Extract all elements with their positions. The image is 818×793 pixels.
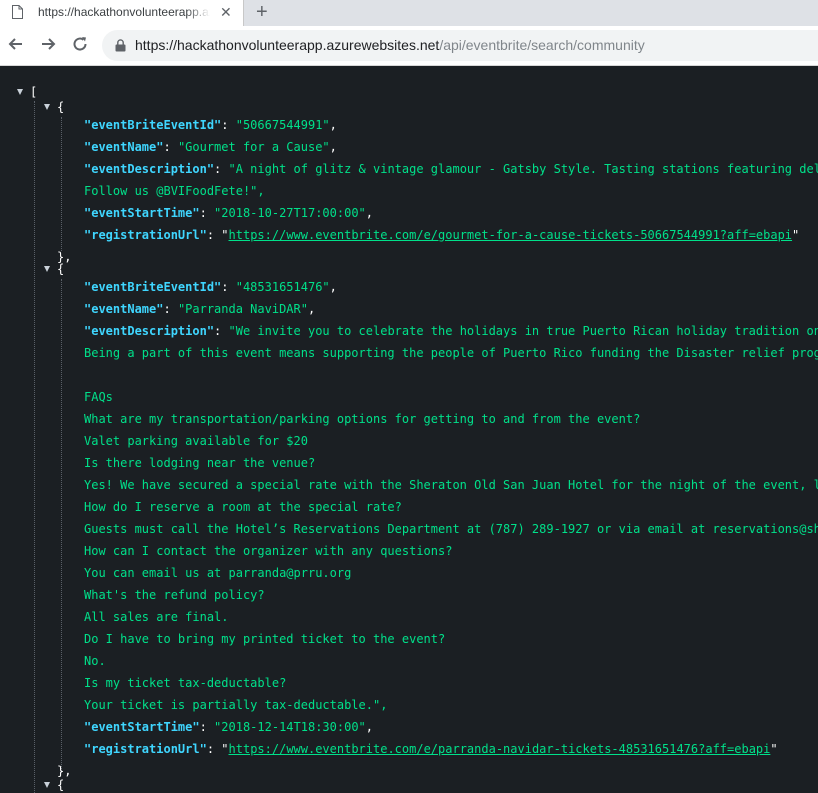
- arrow-right-icon[interactable]: [38, 34, 58, 54]
- tab-strip: https://hackathonvolunteerapp.azurewebsi…: [0, 0, 818, 26]
- json-description-line: Being a part of this event means support…: [84, 346, 818, 360]
- lock-icon: [115, 39, 126, 52]
- collapse-toggle-event-1[interactable]: [44, 104, 50, 110]
- url-host: https://hackathonvolunteerapp.azurewebsi…: [135, 37, 440, 53]
- json-description-line: What's the refund policy?: [84, 588, 265, 602]
- json-description-line: Is my ticket tax-deductable?: [84, 676, 287, 690]
- url-text[interactable]: https://hackathonvolunteerapp.azurewebsi…: [135, 37, 645, 53]
- collapse-toggle-event-2[interactable]: [44, 266, 50, 272]
- json-row-event-id: "eventBriteEventId": "50667544991",: [84, 118, 337, 132]
- object-open-brace: {: [57, 262, 65, 276]
- json-description-line: Your ticket is partially tax-deductable.…: [84, 698, 388, 712]
- json-description-line: How do I reserve a room at the special r…: [84, 500, 402, 514]
- json-description-line: Is there lodging near the venue?: [84, 456, 316, 470]
- plus-icon[interactable]: +: [256, 1, 268, 23]
- json-row-registration-url: "registrationUrl": "https://www.eventbri…: [84, 228, 800, 242]
- reload-icon[interactable]: [70, 34, 90, 54]
- address-bar[interactable]: https://hackathonvolunteerapp.azurewebsi…: [102, 30, 818, 61]
- json-description-line: You can email us at parranda@prru.org: [84, 566, 352, 580]
- registration-link[interactable]: https://www.eventbrite.com/e/parranda-na…: [229, 742, 771, 756]
- json-viewer: [ { "eventBriteEventId": "50667544991", …: [0, 66, 818, 793]
- navigation-bar: https://hackathonvolunteerapp.azurewebsi…: [0, 26, 818, 66]
- json-row-event-start-time: "eventStartTime": "2018-12-14T18:30:00",: [84, 720, 373, 734]
- object-open-brace: {: [57, 778, 65, 792]
- indent-guide: [61, 117, 62, 251]
- arrow-left-icon[interactable]: [6, 34, 26, 54]
- json-description-line: No.: [84, 654, 106, 668]
- json-row-event-id: "eventBriteEventId": "48531651476",: [84, 280, 337, 294]
- array-open-bracket: [: [30, 85, 38, 99]
- json-description-line: FAQs: [84, 390, 113, 404]
- json-row-registration-url: "registrationUrl": "https://www.eventbri…: [84, 742, 778, 756]
- json-row-event-description: "eventDescription": "A night of glitz & …: [84, 162, 818, 176]
- close-icon[interactable]: ✕: [220, 3, 232, 21]
- json-description-line: Do I have to bring my printed ticket to …: [84, 632, 446, 646]
- json-row-event-description: "eventDescription": "We invite you to ce…: [84, 324, 818, 338]
- url-path: /api/eventbrite/search/community: [439, 37, 645, 53]
- collapse-toggle-event-3[interactable]: [44, 782, 50, 788]
- json-row-event-name: "eventName": "Parranda NaviDAR",: [84, 302, 316, 316]
- tab-active[interactable]: https://hackathonvolunteerapp.azurewebsi…: [0, 0, 244, 26]
- collapse-toggle-root[interactable]: [17, 89, 23, 95]
- json-description-line: Follow us @BVIFoodFete!",: [84, 184, 265, 198]
- json-description-line: How can I contact the organizer with any…: [84, 544, 453, 558]
- tab-title: https://hackathonvolunteerapp.azurewebsi…: [38, 5, 210, 19]
- object-open-brace: {: [57, 100, 65, 114]
- json-description-line: Yes! We have secured a special rate with…: [84, 478, 818, 492]
- indent-guide: [34, 101, 35, 793]
- indent-guide: [61, 279, 62, 773]
- registration-link[interactable]: https://www.eventbrite.com/e/gourmet-for…: [229, 228, 793, 242]
- json-description-line: Guests must call the Hotel’s Reservation…: [84, 522, 818, 536]
- json-row-event-start-time: "eventStartTime": "2018-10-27T17:00:00",: [84, 206, 373, 220]
- json-description-line: All sales are final.: [84, 610, 229, 624]
- json-description-line: What are my transportation/parking optio…: [84, 412, 641, 426]
- json-description-line: Valet parking available for $20: [84, 434, 308, 448]
- json-row-event-name: "eventName": "Gourmet for a Cause",: [84, 140, 337, 154]
- page-icon: [12, 5, 23, 19]
- browser-chrome: https://hackathonvolunteerapp.azurewebsi…: [0, 0, 818, 66]
